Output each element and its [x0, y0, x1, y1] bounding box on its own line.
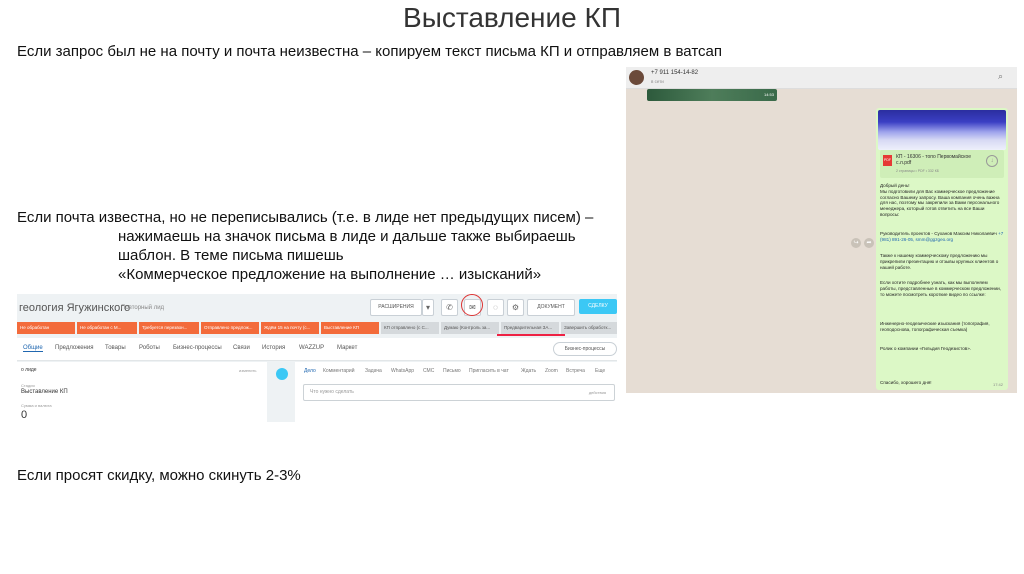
stage-item[interactable]: Не обработан с М... [77, 322, 137, 334]
feed-tab-comment[interactable]: Комментарий [323, 368, 355, 374]
manager-name: Руководитель проектов - Суханов Максим Н… [880, 231, 997, 236]
slide-title: Выставление КП [403, 2, 621, 33]
tab-market[interactable]: Маркет [337, 345, 357, 351]
message-paragraph: Инженерно-геодезические изыскания (топог… [880, 321, 990, 332]
phone-icon[interactable]: ✆ [441, 299, 458, 316]
stage-value: Выставление КП [21, 389, 68, 395]
stage-item[interactable]: Ждём 15 на почту (с... [261, 322, 319, 334]
stage-item[interactable]: КП отправлено (с С... [381, 322, 439, 334]
feed-tab-zoom[interactable]: Zoom [545, 368, 558, 374]
message-paragraph: Добрый день! Мы подготовили для Вас комм… [880, 183, 1000, 217]
crm-header: геология Ягужинского Повторный лид РАСШИ… [17, 294, 617, 322]
message-paragraph: Спасибо, хорошего дня! [880, 380, 932, 385]
email-highlight-circle [461, 294, 483, 316]
extensions-button[interactable]: РАСШИРЕНИЯ [370, 299, 422, 316]
contact-phone: +7 911 154-14-82 [651, 70, 699, 76]
feed-icon [276, 368, 288, 380]
stage-item[interactable]: Завершить обработк... [561, 322, 617, 334]
pdf-attachment[interactable]: PDF КП - 16306 - топо Первомайское с.л.p… [880, 150, 1004, 178]
tab-history[interactable]: История [262, 345, 285, 351]
download-icon[interactable]: ↓ [986, 155, 998, 167]
feed-tab-more[interactable]: Еще [595, 368, 605, 374]
tab-business-processes[interactable]: Бизнес-процессы [173, 345, 222, 351]
gear-icon[interactable]: ⚙ [507, 299, 524, 316]
stage-item[interactable]: Думаю (Контроль за... [441, 322, 499, 334]
chat-header: +7 911 154-14-82 в сети ⌕ [626, 67, 1017, 89]
stage-item-current[interactable]: Выставление КП [321, 322, 379, 334]
activity-feed-panel: Дело Комментарий Задача WhatsApp СМС Пис… [295, 362, 617, 422]
instruction-email-line-4: «Коммерческое предложение на выполнение … [118, 266, 542, 283]
feed-tab-wait[interactable]: Ждать [521, 368, 536, 374]
feed-tab-todo[interactable]: Задача [365, 368, 382, 374]
tab-general[interactable]: Общие [23, 345, 43, 352]
lead-title: геология Ягужинского [19, 302, 131, 314]
tab-products[interactable]: Товары [105, 345, 126, 351]
blurred-image-preview[interactable] [878, 110, 1006, 150]
stage-item[interactable]: Не обработан [17, 322, 75, 334]
file-meta: 2 страницы • PDF • 332 КБ [896, 169, 940, 173]
sum-label: Сумма и валюта [21, 403, 52, 408]
tab-robots[interactable]: Роботы [139, 345, 160, 351]
feed-tab-sms[interactable]: СМС [423, 368, 434, 374]
business-processes-button[interactable]: Бизнес-процессы [553, 342, 617, 356]
instruction-email-line-1: Если почта известна, но не переписывалис… [17, 209, 594, 226]
task-input[interactable]: Что нужно сделать действия [303, 384, 615, 401]
feed-tab-meeting[interactable]: Встреча [566, 368, 585, 374]
feed-tab-letter[interactable]: Письмо [443, 368, 461, 374]
extensions-dropdown-icon[interactable]: ▾ [422, 299, 434, 316]
whatsapp-screenshot: +7 911 154-14-82 в сети ⌕ 14:53 ↪ ➦ PDF … [626, 67, 1017, 393]
share-icon[interactable]: ➦ [864, 238, 874, 248]
lead-section-title: о лиде [21, 367, 37, 373]
feed-tab-invite-chat[interactable]: Пригласить в чат [469, 368, 509, 374]
tab-wazzup[interactable]: WAZZUP [299, 345, 324, 351]
instruction-email: Если почта известна, но не переписывалис… [17, 208, 617, 284]
change-link[interactable]: изменить [239, 368, 256, 373]
task-actions-dropdown[interactable]: действия [589, 390, 606, 395]
outgoing-message[interactable]: PDF КП - 16306 - топо Первомайское с.л.p… [876, 108, 1008, 390]
stage-item[interactable]: Требуется перезвон... [139, 322, 199, 334]
search-icon[interactable]: ⌕ [998, 71, 1003, 82]
message-paragraph-contact: Руководитель проектов - Суханов Максим Н… [880, 231, 1004, 243]
message-paragraph: Также к нашему коммерческому предложению… [880, 253, 999, 270]
lead-details-panel: о лиде изменить Стадия Выставление КП Су… [17, 362, 267, 422]
stage-underline [497, 334, 565, 336]
tab-links[interactable]: Связи [233, 345, 250, 351]
message-paragraph: Ролик о компании «Гильдия Геодезистов». [880, 346, 972, 351]
stage-bar: Не обработан Не обработан с М... Требует… [17, 322, 617, 334]
instruction-email-line-3: шаблон. В теме письма пишешь [118, 247, 344, 264]
instruction-discount: Если просят скидку, можно скинуть 2-3% [17, 467, 301, 484]
document-button[interactable]: ДОКУМЕНТ [527, 299, 575, 316]
stage-label: Стадия [21, 383, 35, 388]
message-time: 17:42 [992, 382, 1003, 387]
chat-icon[interactable]: ◌ [487, 299, 504, 316]
forward-icon[interactable]: ↪ [851, 238, 861, 248]
crm-screenshot: геология Ягужинского Повторный лид РАСШИ… [17, 294, 617, 422]
lead-subtitle: Повторный лид [121, 305, 165, 311]
task-input-placeholder: Что нужно сделать [310, 389, 354, 395]
avatar[interactable] [629, 70, 644, 85]
incoming-media-message[interactable]: 14:53 [647, 89, 777, 101]
stage-item[interactable]: Отправлено предлож... [201, 322, 259, 334]
file-name: КП - 16306 - топо Первомайское с.л.pdf [896, 154, 972, 166]
tab-offers[interactable]: Предложения [55, 345, 93, 351]
contact-status: в сети [651, 79, 664, 84]
instruction-email-line-2: нажимаешь на значок письма в лиде и даль… [118, 228, 576, 245]
save-deal-button[interactable]: СДЕЛКУ [579, 299, 617, 314]
feed-tab-task[interactable]: Дело [304, 368, 316, 374]
crm-tabs: Общие Предложения Товары Роботы Бизнес-п… [17, 338, 617, 361]
sum-value: 0 [21, 409, 28, 421]
stage-item[interactable]: Предварительная ЗА... [501, 322, 559, 334]
pdf-icon: PDF [883, 155, 892, 166]
message-paragraph: Если хотите подробнее узнать, как мы вып… [880, 280, 1001, 297]
message-time: 14:53 [763, 92, 774, 97]
feed-tab-whatsapp[interactable]: WhatsApp [391, 368, 414, 374]
instruction-whatsapp: Если запрос был не на почту и почта неиз… [17, 43, 722, 60]
